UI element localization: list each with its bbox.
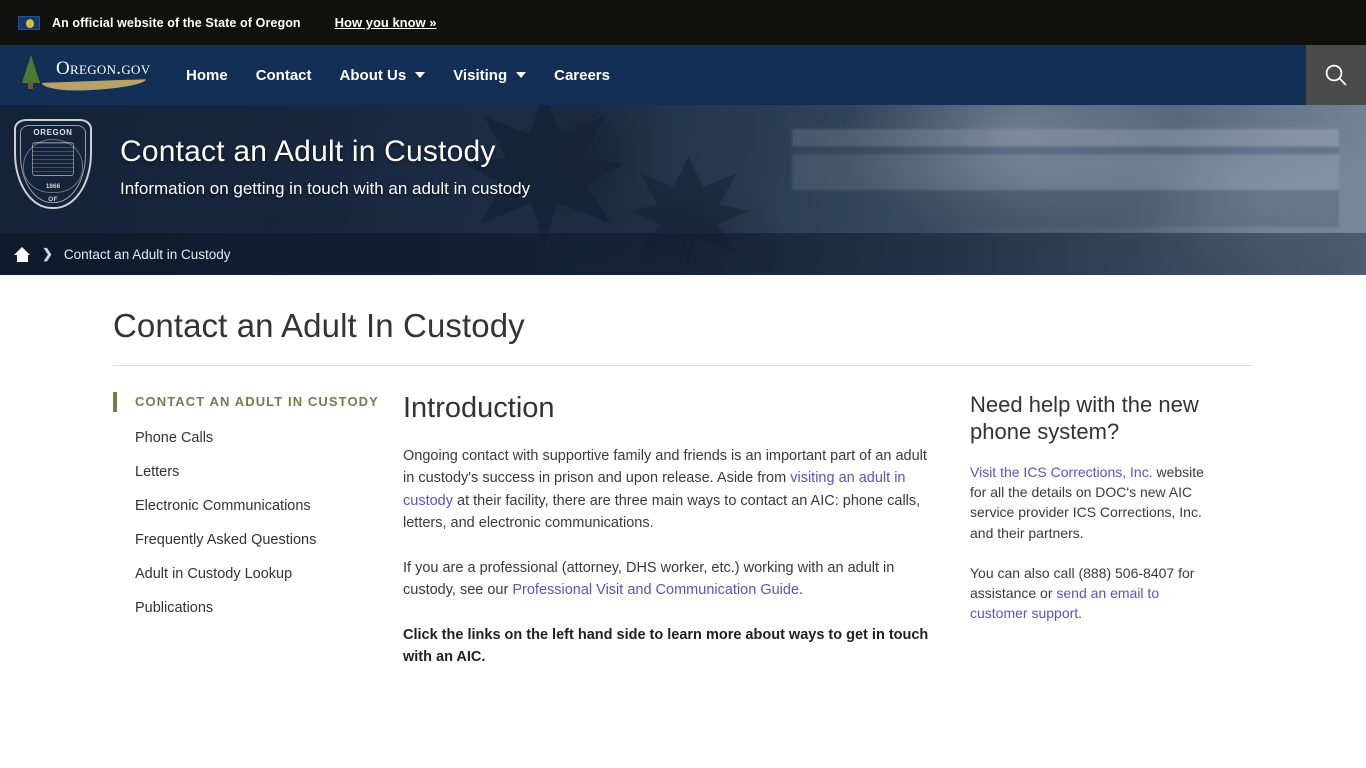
- intro-paragraph-1: Ongoing contact with supportive family a…: [403, 445, 941, 535]
- sidebar-item-frequently-asked-questions[interactable]: Frequently Asked Questions: [113, 514, 381, 548]
- breadcrumb: ❯ Contact an Adult in Custody: [0, 233, 1366, 275]
- how-you-know-link[interactable]: How you know »: [335, 15, 437, 30]
- nav-item-home[interactable]: Home: [172, 67, 242, 84]
- aside-paragraph-1: Visit the ICS Corrections, Inc. website …: [970, 462, 1209, 543]
- search-icon: [1325, 64, 1347, 86]
- seal-top-text: OREGON: [33, 128, 73, 137]
- home-icon[interactable]: [14, 246, 31, 262]
- chevron-down-icon: [516, 72, 527, 78]
- nav-item-label: Visiting: [453, 66, 508, 84]
- help-aside: Need help with the new phone system? Vis…: [941, 392, 1209, 691]
- content-columns: Contact an Adult in Custody Phone Calls …: [113, 366, 1253, 691]
- sidebar-item-publications[interactable]: Publications: [113, 582, 381, 616]
- seal-year-text: 1866: [45, 183, 61, 190]
- paragraph-text: .: [1078, 605, 1083, 622]
- sidebar-item-electronic-communications[interactable]: Electronic Communications: [113, 480, 381, 514]
- nav-item-label: Careers: [554, 66, 610, 84]
- page-content: Contact an Adult In Custody Contact an A…: [0, 275, 1366, 691]
- main-article: Introduction Ongoing contact with suppor…: [381, 392, 941, 691]
- logo-text: Oregon.gov: [56, 58, 151, 79]
- sidebar-item-letters[interactable]: Letters: [113, 446, 381, 480]
- aside-paragraph-2: You can also call (888) 506-8407 for ass…: [970, 563, 1209, 624]
- official-banner-text: An official website of the State of Oreg…: [52, 15, 301, 30]
- nav-item-careers[interactable]: Careers: [540, 67, 624, 84]
- breadcrumb-separator: ❯: [42, 246, 53, 261]
- sidebar-item-contact-an-adult-in-custody[interactable]: Contact an Adult in Custody: [113, 392, 381, 413]
- article-heading: Introduction: [403, 392, 555, 424]
- river-swoosh-icon: [41, 79, 147, 92]
- oregon-gov-logo[interactable]: Oregon.gov: [12, 53, 151, 97]
- sidebar-item-adult-in-custody-lookup[interactable]: Adult in Custody Lookup: [113, 548, 381, 582]
- nav-item-about-us[interactable]: About Us: [326, 67, 440, 84]
- nav-item-label: Home: [186, 66, 228, 84]
- page-title: Contact an Adult In Custody: [113, 275, 1253, 366]
- ics-corrections-link[interactable]: Visit the ICS Corrections, Inc.: [970, 464, 1153, 480]
- hero-subtitle: Information on getting in touch with an …: [120, 179, 531, 198]
- professional-visit-guide-link[interactable]: Professional Visit and Communication Gui…: [512, 582, 799, 598]
- main-navigation: Oregon.gov Home Contact About Us Visitin…: [0, 45, 1366, 105]
- hero-title: Contact an Adult in Custody: [120, 135, 496, 168]
- aside-heading: Need help with the new phone system?: [970, 392, 1199, 444]
- nav-item-visiting[interactable]: Visiting: [439, 67, 540, 84]
- paragraph-bold-text: Click the links on the left hand side to…: [403, 626, 929, 666]
- breadcrumb-current: Contact an Adult in Custody: [63, 246, 231, 262]
- search-button[interactable]: [1306, 45, 1366, 105]
- nav-links: Home Contact About Us Visiting Careers: [172, 67, 624, 84]
- nav-item-label: About Us: [339, 66, 407, 84]
- intro-paragraph-3: Click the links on the left hand side to…: [403, 624, 941, 669]
- official-state-banner: An official website of the State of Oreg…: [0, 0, 1366, 45]
- doc-seal-logo: OREGON 1866 OF: [14, 119, 92, 209]
- nav-item-label: Contact: [255, 66, 312, 84]
- section-navigation: Contact an Adult in Custody Phone Calls …: [113, 392, 381, 691]
- oregon-flag-icon: [18, 15, 40, 30]
- paragraph-text: at their facility, there are three main …: [403, 492, 921, 532]
- sidebar-item-phone-calls[interactable]: Phone Calls: [113, 412, 381, 446]
- seal-bottom-text: OF: [48, 196, 58, 203]
- nav-item-contact[interactable]: Contact: [242, 67, 326, 84]
- tree-icon: [22, 55, 40, 83]
- tree-trunk-icon: [28, 81, 33, 89]
- intro-paragraph-2: If you are a professional (attorney, DHS…: [403, 557, 941, 602]
- chevron-down-icon: [415, 72, 426, 78]
- seal-emblem: [32, 142, 74, 176]
- paragraph-text: .: [799, 582, 804, 599]
- hero-banner: OREGON 1866 OF Contact an Adult in Custo…: [0, 105, 1366, 275]
